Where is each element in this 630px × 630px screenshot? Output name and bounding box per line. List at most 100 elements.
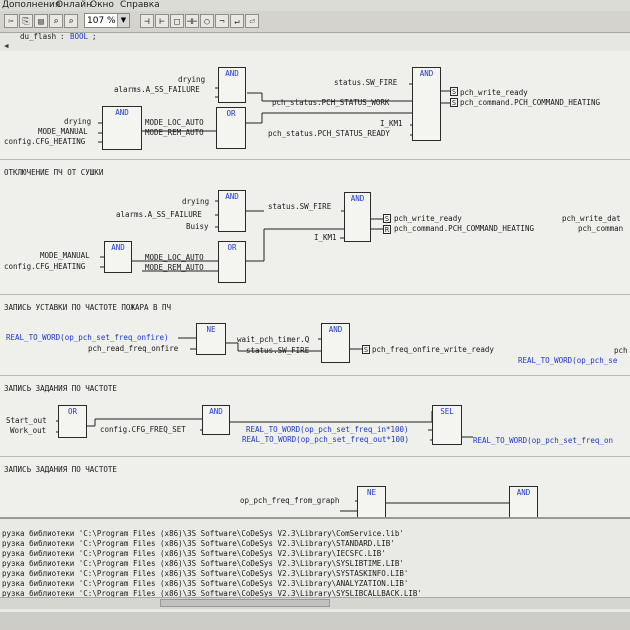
menu-item-help[interactable]: Справка xyxy=(120,0,160,11)
ne-block[interactable]: NE xyxy=(196,323,226,355)
input-status-sw-fire[interactable]: status.SW_FIRE xyxy=(268,202,331,211)
output-pch[interactable]: pch xyxy=(614,346,628,355)
sel-label: SEL xyxy=(440,407,454,416)
input-mode-manual[interactable]: MODE_MANUAL xyxy=(38,127,88,136)
input-config-cfg-freq-set[interactable]: config.CFG_FREQ_SET xyxy=(100,425,186,434)
and-label: AND xyxy=(328,325,343,334)
set-coil[interactable]: S xyxy=(450,98,458,107)
box-icon[interactable]: □ xyxy=(170,14,184,28)
output-icon[interactable]: ⊢ xyxy=(155,14,169,28)
input-config-cfg-heating[interactable]: config.CFG_HEATING xyxy=(4,137,85,146)
input-drying[interactable]: drying xyxy=(64,117,91,126)
input-alarms-ss-failure[interactable]: alarms.A_SS_FAILURE xyxy=(116,210,202,219)
output-pch-freq-onfire-write-ready[interactable]: pch_freq_onfire_write_ready xyxy=(372,345,494,354)
input-real-to-word-freq-in[interactable]: REAL_TO_WORD(op_pch_set_freq_in*100) xyxy=(246,425,409,434)
output-pch-write-data[interactable]: pch_write_dat xyxy=(562,214,621,223)
paste-icon[interactable]: ▤ xyxy=(34,14,48,28)
input-real-to-word-onfire[interactable]: REAL_TO_WORD(op_pch_set_freq_onfire) xyxy=(6,333,169,342)
input-mode-manual[interactable]: MODE_MANUAL xyxy=(40,251,90,260)
declaration-area[interactable]: ◀ du_flash : BOOL ; xyxy=(0,32,630,51)
and-block[interactable]: AND xyxy=(104,241,132,273)
input-wait-pch-timer-q[interactable]: wait_pch_timer.Q xyxy=(237,335,309,344)
find-icon[interactable]: ⌕ xyxy=(49,14,63,28)
output-pch-command[interactable]: pch_comman xyxy=(578,224,623,233)
or-block[interactable]: OR xyxy=(58,405,87,438)
var-mode-rem-auto[interactable]: MODE_REM_AUTO xyxy=(145,128,204,137)
input-pch-read-freq-onfire[interactable]: pch_read_freq_onfire xyxy=(88,344,178,353)
input-work-out[interactable]: Work_out xyxy=(10,426,46,435)
contact-icon[interactable]: ⊣⊢ xyxy=(185,14,199,28)
network-separator xyxy=(0,294,630,295)
sel-block[interactable]: SEL xyxy=(432,405,462,445)
input-real-to-word-freq-out[interactable]: REAL_TO_WORD(op_pch_set_freq_out*100) xyxy=(242,435,409,444)
input-i-km1[interactable]: I_KM1 xyxy=(380,119,403,128)
network-separator xyxy=(0,159,630,160)
collapse-arrow-icon[interactable]: ◀ xyxy=(4,41,9,50)
and-label: AND xyxy=(225,192,239,201)
network-title: ЗАПИСЬ ЗАДАНИЯ ПО ЧАСТОТЕ xyxy=(4,384,117,393)
input-drying[interactable]: drying xyxy=(178,75,205,84)
or-block[interactable]: OR xyxy=(218,241,246,283)
network-title: ОТКЛЮЧЕНИЕ ПЧ ОТ СУШКИ xyxy=(4,168,104,177)
coil-icon[interactable]: ○ xyxy=(200,14,214,28)
input-alarms-ss-failure[interactable]: alarms.A_SS_FAILURE xyxy=(114,85,200,94)
output-real-to-word-set[interactable]: REAL_TO_WORD(op_pch_se xyxy=(518,356,617,365)
input-pch-status-work[interactable]: pch_status.PCH_STATUS_WORK xyxy=(272,98,389,107)
scrollbar-thumb[interactable] xyxy=(160,599,330,607)
copy-icon[interactable]: ⎘ xyxy=(19,14,33,28)
input-buisy[interactable]: Buisy xyxy=(186,222,209,231)
horizontal-scrollbar[interactable] xyxy=(0,597,630,609)
and-label: AND xyxy=(225,69,239,78)
menu-item-online[interactable]: Онлайн xyxy=(56,0,92,11)
fbd-editor[interactable]: drying alarms.A_SS_FAILURE AND drying MO… xyxy=(0,51,630,517)
message-line: рузка библиотеки 'C:\Program Files (x86)… xyxy=(2,549,386,558)
cut-icon[interactable]: ✂ xyxy=(4,14,18,28)
var-mode-loc-auto[interactable]: MODE_LOC_AUTO xyxy=(145,253,204,262)
input-drying[interactable]: drying xyxy=(182,197,209,206)
and-label: AND xyxy=(115,108,129,117)
reset-coil[interactable]: R xyxy=(383,225,391,234)
output-real-to-word-freq-on[interactable]: REAL_TO_WORD(op_pch_set_freq_on xyxy=(473,436,613,445)
declaration-colon: : xyxy=(60,32,65,41)
input-icon[interactable]: ⊣ xyxy=(140,14,154,28)
output-pch-write-ready[interactable]: pch_write_ready xyxy=(394,214,462,223)
and-block[interactable]: AND xyxy=(412,67,441,141)
and-block[interactable]: AND xyxy=(102,106,142,150)
network-title: ЗАПИСЬ УСТАВКИ ПО ЧАСТОТЕ ПОЖАРА В ПЧ xyxy=(4,303,172,312)
ne-block[interactable]: NE xyxy=(357,486,386,517)
set-coil[interactable]: S xyxy=(450,87,458,96)
return-icon[interactable]: ⏎ xyxy=(245,14,259,28)
and-block[interactable]: AND xyxy=(321,323,350,363)
and-block[interactable]: AND xyxy=(218,67,246,103)
and-block[interactable]: AND xyxy=(218,190,246,232)
output-pch-command-heating[interactable]: pch_command.PCH_COMMAND_HEATING xyxy=(460,98,600,107)
network-title: ЗАПИСЬ ЗАДАНИЯ ПО ЧАСТОТЕ xyxy=(4,465,117,474)
or-block[interactable]: OR xyxy=(216,107,246,149)
and-label: AND xyxy=(350,194,365,203)
input-config-cfg-heating[interactable]: config.CFG_HEATING xyxy=(4,262,85,271)
var-mode-rem-auto[interactable]: MODE_REM_AUTO xyxy=(145,263,204,272)
input-pch-status-ready[interactable]: pch_status.PCH_STATUS_READY xyxy=(268,129,390,138)
output-pch-command-heating[interactable]: pch_command.PCH_COMMAND_HEATING xyxy=(394,224,534,233)
and-block[interactable]: AND xyxy=(509,486,538,517)
negate-icon[interactable]: ¬ xyxy=(215,14,229,28)
input-op-pch-freq-from-graph[interactable]: op_pch_freq_from_graph xyxy=(240,496,339,505)
and-block[interactable]: AND xyxy=(202,405,230,435)
jump-icon[interactable]: ↵ xyxy=(230,14,244,28)
ne-label: NE xyxy=(366,488,377,497)
var-mode-loc-auto[interactable]: MODE_LOC_AUTO xyxy=(145,118,204,127)
input-start-out[interactable]: Start_out xyxy=(6,416,47,425)
output-pch-write-ready[interactable]: pch_write_ready xyxy=(460,88,528,97)
input-status-sw-fire[interactable]: status.SW_FIRE xyxy=(246,346,309,355)
zoom-select[interactable]: 107 % ▼ xyxy=(84,13,130,28)
and-block[interactable]: AND xyxy=(344,192,371,242)
input-status-sw-fire[interactable]: status.SW_FIRE xyxy=(334,78,397,87)
menu-item-window[interactable]: Окно xyxy=(90,0,114,11)
input-i-km1[interactable]: I_KM1 xyxy=(314,233,337,242)
set-coil[interactable]: S xyxy=(362,345,370,354)
network-separator xyxy=(0,456,630,457)
chevron-down-icon: ▼ xyxy=(117,14,129,27)
menu-item-additions[interactable]: Дополнения xyxy=(2,0,60,11)
find-next-icon[interactable]: ⌕ xyxy=(64,14,78,28)
set-coil[interactable]: S xyxy=(383,214,391,223)
